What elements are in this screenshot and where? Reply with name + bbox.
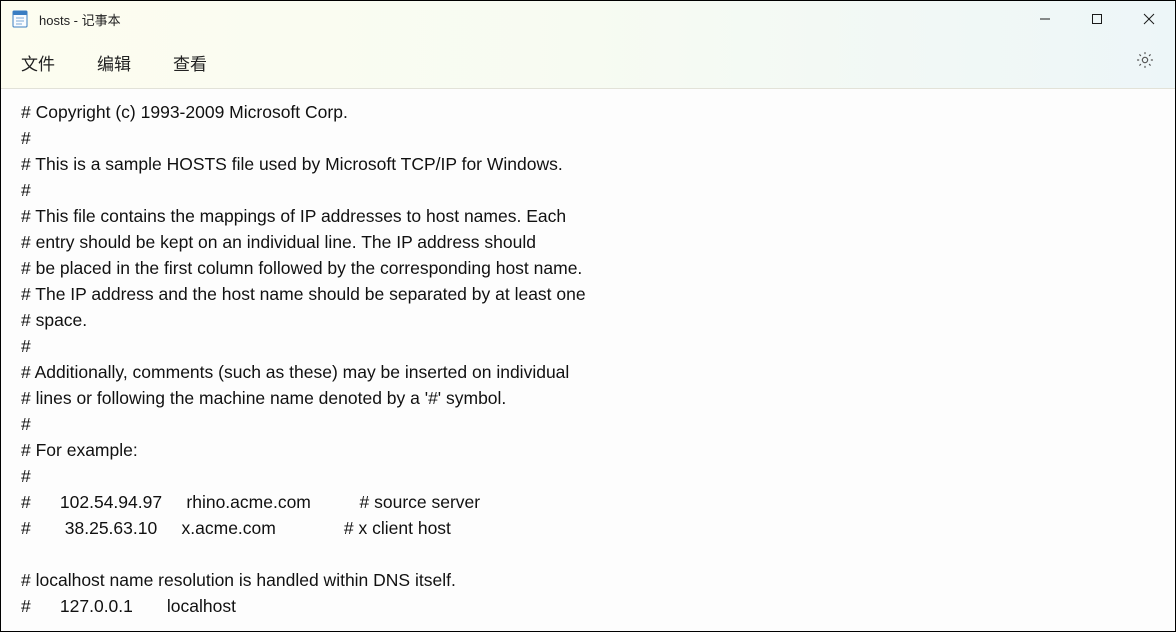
menu-file[interactable]: 文件 (19, 46, 57, 79)
menubar: 文件 编辑 查看 (1, 37, 1175, 89)
editor-content: # Copyright (c) 1993-2009 Microsoft Corp… (21, 99, 1155, 619)
titlebar-left: hosts - 记事本 (11, 10, 121, 29)
gear-icon (1135, 50, 1155, 75)
titlebar: hosts - 记事本 (1, 1, 1175, 37)
notepad-icon (11, 10, 29, 28)
text-editor[interactable]: # Copyright (c) 1993-2009 Microsoft Corp… (1, 89, 1175, 631)
close-button[interactable] (1123, 1, 1175, 37)
menu-view[interactable]: 查看 (171, 46, 209, 79)
window-title: hosts - 记事本 (39, 10, 121, 29)
menu-edit[interactable]: 编辑 (95, 46, 133, 79)
maximize-button[interactable] (1071, 1, 1123, 37)
minimize-button[interactable] (1019, 1, 1071, 37)
window-controls (1019, 1, 1175, 37)
settings-button[interactable] (1131, 46, 1159, 79)
menu-items: 文件 编辑 查看 (19, 46, 209, 79)
